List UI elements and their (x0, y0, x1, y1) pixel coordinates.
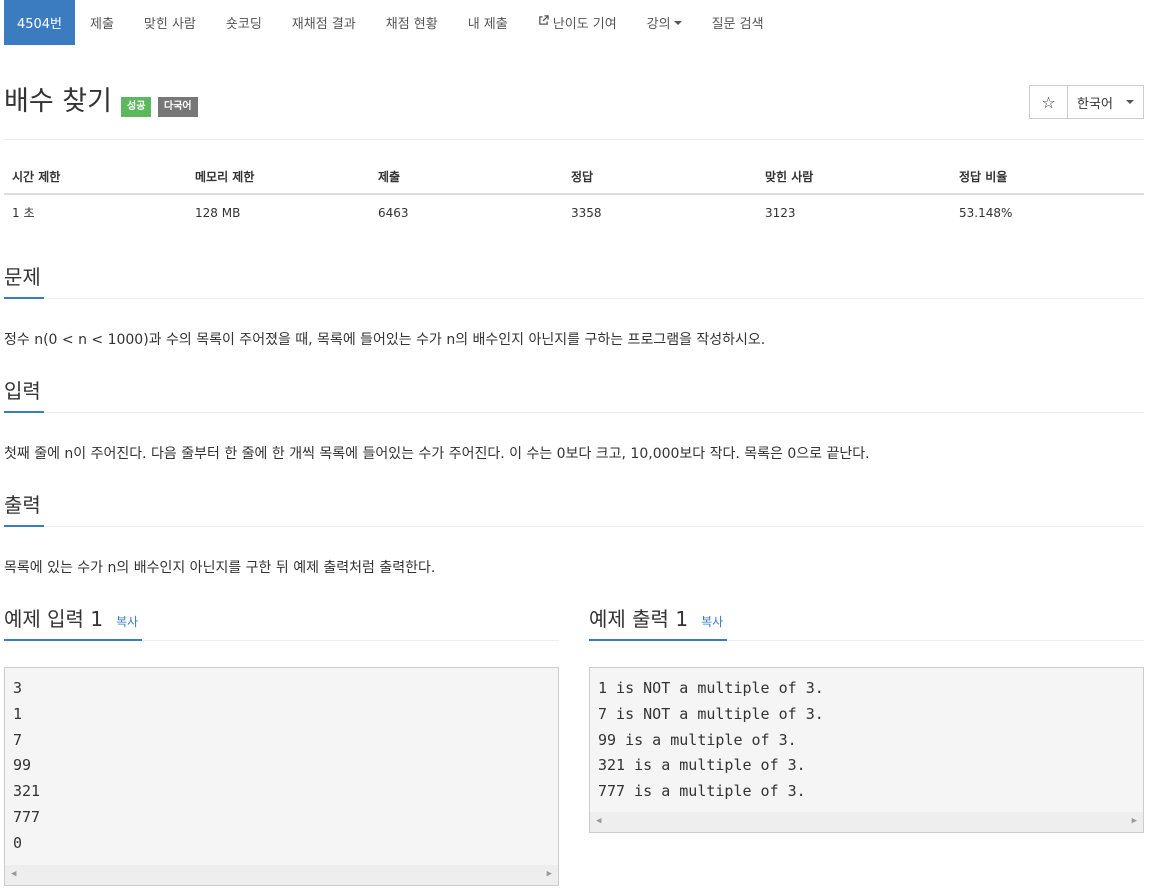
nav-problem-id[interactable]: 4504번 (4, 0, 75, 45)
value-submissions: 6463 (378, 205, 409, 220)
sample-input-header: 예제 입력 1 복사 (4, 605, 559, 641)
star-icon: ☆ (1041, 92, 1056, 112)
scroll-right-icon[interactable]: ▶ (1132, 809, 1137, 832)
input-description: 첫째 줄에 n이 주어진다. 다음 줄부터 한 줄에 한 개씩 목록에 들어있는… (4, 446, 870, 462)
section-underline (4, 297, 44, 299)
nav-lectures[interactable]: 강의 (632, 0, 697, 45)
star-button[interactable]: ☆ (1029, 85, 1068, 119)
section-underline (4, 411, 44, 413)
chevron-down-icon (1125, 100, 1134, 104)
multilang-badge: 다국어 (158, 97, 198, 117)
caret-down-icon (673, 20, 682, 25)
problem-section-title: 문제 (4, 265, 41, 289)
nav-my-submissions[interactable]: 내 제출 (453, 0, 523, 45)
sample-input-text: 3 1 7 99 321 777 0 (13, 679, 41, 852)
nav-difficulty-contribution[interactable]: 난이도 기여 (523, 0, 632, 45)
problem-info-table: 시간 제한 메모리 제한 제출 정답 맞힌 사람 정답 비율 1 초 128 M… (4, 160, 1144, 230)
info-value-row: 1 초 128 MB 6463 3358 3123 53.148% (4, 194, 1144, 230)
language-select-label: 한국어 (1077, 96, 1113, 112)
horizontal-scrollbar[interactable]: ◀ ▶ (590, 812, 1143, 832)
problem-description: 정수 n(0 < n < 1000)과 수의 목록이 주어졌을 때, 목록에 들… (4, 332, 766, 348)
nav-submit[interactable]: 제출 (75, 0, 129, 45)
sample-output-text: 1 is NOT a multiple of 3. 7 is NOT a mul… (598, 679, 824, 801)
nav-difficulty-label: 난이도 기여 (552, 17, 617, 32)
title-row: 배수 찾기 성공 다국어 ☆ 한국어 (4, 84, 1144, 124)
sample-input-box[interactable]: 3 1 7 99 321 777 0 ◀ ▶ (4, 667, 559, 886)
value-accept-ratio: 53.148% (959, 205, 1013, 220)
sample-output-header: 예제 출력 1 복사 (589, 605, 1144, 641)
scroll-left-icon[interactable]: ◀ (596, 809, 601, 832)
sample-input-title: 예제 입력 1 (4, 607, 104, 631)
value-time-limit: 1 초 (12, 206, 35, 220)
sample-output-title: 예제 출력 1 (589, 607, 689, 631)
value-accepted: 3358 (571, 205, 602, 220)
copy-sample-input-button[interactable]: 복사 (116, 615, 138, 629)
problem-title: 배수 찾기 (4, 86, 112, 117)
nav-short-coding[interactable]: 숏코딩 (211, 0, 277, 45)
sample-output-box[interactable]: 1 is NOT a multiple of 3. 7 is NOT a mul… (589, 667, 1144, 833)
nav-question-search[interactable]: 질문 검색 (697, 0, 779, 45)
value-solved-users: 3123 (765, 205, 796, 220)
header-memory-limit: 메모리 제한 (187, 160, 370, 195)
info-header-row: 시간 제한 메모리 제한 제출 정답 맞힌 사람 정답 비율 (4, 160, 1144, 195)
value-memory-limit: 128 MB (195, 205, 241, 220)
section-divider (4, 298, 1144, 299)
nav-rejudge-results[interactable]: 재채점 결과 (277, 0, 371, 45)
external-link-icon (538, 15, 549, 30)
section-divider (4, 412, 1144, 413)
header-time-limit: 시간 제한 (4, 160, 187, 195)
title-actions: ☆ 한국어 (1029, 85, 1144, 119)
horizontal-scrollbar[interactable]: ◀ ▶ (5, 865, 558, 885)
header-accept-ratio: 정답 비율 (951, 160, 1144, 195)
nav-lectures-label: 강의 (646, 17, 671, 32)
copy-sample-output-button[interactable]: 복사 (701, 615, 723, 629)
header-submissions: 제출 (370, 160, 563, 195)
section-underline (4, 639, 142, 641)
nav-solved-users[interactable]: 맞힌 사람 (129, 0, 211, 45)
header-solved-users: 맞힌 사람 (757, 160, 951, 195)
problem-section-header: 문제 (4, 263, 1144, 299)
input-section-title: 입력 (4, 379, 41, 403)
nav-judge-status[interactable]: 채점 현황 (371, 0, 453, 45)
language-select[interactable]: 한국어 (1068, 85, 1144, 119)
section-divider (4, 526, 1144, 527)
scroll-right-icon[interactable]: ▶ (547, 862, 552, 885)
status-badge: 성공 (121, 97, 152, 117)
problem-nav: 4504번 제출 맞힌 사람 숏코딩 재채점 결과 채점 현황 내 제출 난이도… (4, 0, 779, 45)
input-section-header: 입력 (4, 377, 1144, 413)
output-section-header: 출력 (4, 491, 1144, 527)
scroll-left-icon[interactable]: ◀ (11, 862, 16, 885)
output-section-title: 출력 (4, 493, 41, 517)
section-underline (589, 639, 727, 641)
title-divider (4, 139, 1144, 140)
header-accepted: 정답 (563, 160, 757, 195)
section-underline (4, 525, 44, 527)
output-description: 목록에 있는 수가 n의 배수인지 아닌지를 구한 뒤 예제 출력처럼 출력한다… (4, 560, 436, 576)
